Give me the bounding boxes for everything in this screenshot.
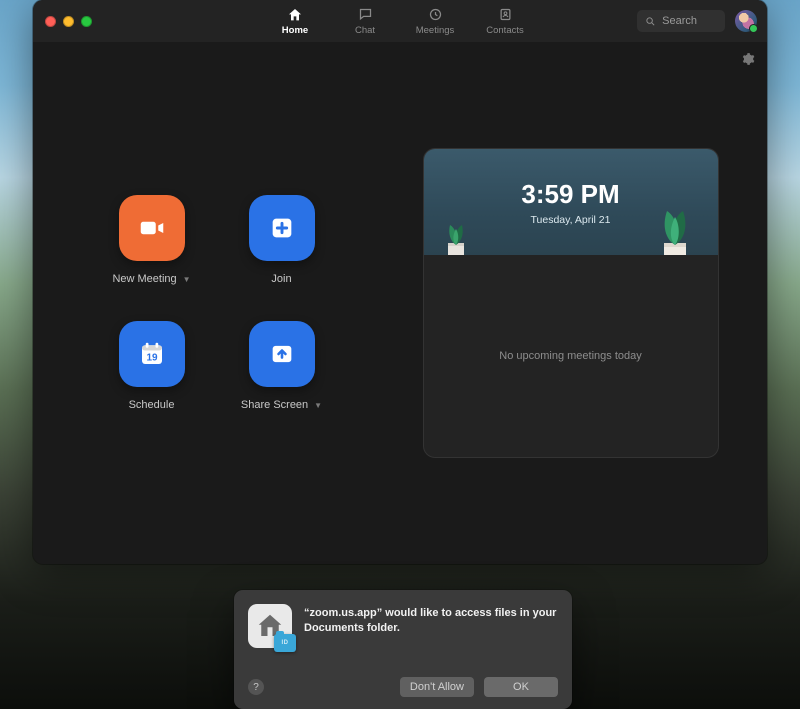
search-input[interactable]: Search [637, 10, 725, 32]
zoom-main-window: Home Chat Meetings Contacts [33, 0, 767, 564]
gear-icon [741, 52, 755, 66]
ok-label: OK [513, 681, 529, 693]
documents-folder-badge-icon: ID [274, 634, 296, 652]
tile-share-screen: Share Screen ▼ [226, 321, 338, 411]
chevron-down-icon[interactable]: ▼ [183, 275, 191, 284]
tile-schedule: 19 Schedule [96, 321, 208, 411]
upcoming-card: 3:59 PM Tuesday, April 21 No upcoming me… [423, 148, 719, 458]
search-placeholder: Search [662, 15, 697, 27]
clock-time: 3:59 PM [521, 179, 619, 210]
content-area: New Meeting ▼ Join [33, 42, 767, 564]
avatar[interactable] [735, 10, 757, 32]
minimize-window-button[interactable] [63, 16, 74, 27]
contacts-icon [498, 7, 513, 23]
new-meeting-label: New Meeting [112, 273, 176, 285]
permission-dialog: ID “zoom.us.app” would like to access fi… [234, 590, 572, 709]
upcoming-empty-text: No upcoming meetings today [499, 350, 641, 362]
finder-home-icon: ID [248, 604, 292, 648]
schedule-label: Schedule [129, 399, 175, 411]
share-screen-icon [268, 340, 296, 368]
nav-label-contacts: Contacts [486, 25, 524, 36]
ok-button[interactable]: OK [484, 677, 558, 697]
clock-header: 3:59 PM Tuesday, April 21 [424, 149, 718, 255]
share-screen-label: Share Screen [241, 399, 308, 411]
main-nav: Home Chat Meetings Contacts [273, 0, 527, 42]
calendar-date: 19 [146, 352, 158, 363]
dont-allow-button[interactable]: Don't Allow [400, 677, 474, 697]
clock-icon [428, 7, 443, 23]
window-controls [33, 16, 92, 27]
nav-label-meetings: Meetings [416, 25, 455, 36]
dialog-message: “zoom.us.app” would like to access files… [304, 604, 558, 648]
nav-tab-chat[interactable]: Chat [343, 0, 387, 42]
share-screen-button[interactable] [249, 321, 315, 387]
close-window-button[interactable] [45, 16, 56, 27]
action-grid: New Meeting ▼ Join [33, 42, 400, 564]
dont-allow-label: Don't Allow [410, 681, 464, 693]
nav-tab-contacts[interactable]: Contacts [483, 0, 527, 42]
nav-label-chat: Chat [355, 25, 375, 36]
video-camera-icon [137, 213, 167, 243]
home-icon [287, 7, 303, 23]
join-button[interactable] [249, 195, 315, 261]
titlebar-right: Search [637, 10, 767, 32]
dialog-app-icon: ID [248, 604, 292, 648]
upcoming-body: No upcoming meetings today [424, 255, 718, 457]
plant-decoration-icon [434, 211, 478, 255]
schedule-button[interactable]: 19 [119, 321, 185, 387]
plus-icon [268, 214, 296, 242]
new-meeting-label-row: New Meeting ▼ [112, 273, 190, 285]
upcoming-panel: 3:59 PM Tuesday, April 21 No upcoming me… [400, 42, 767, 564]
share-screen-label-row: Share Screen ▼ [241, 399, 322, 411]
nav-tab-meetings[interactable]: Meetings [413, 0, 457, 42]
chat-icon [358, 7, 373, 23]
search-icon [645, 16, 656, 27]
calendar-icon: 19 [137, 339, 167, 369]
join-label: Join [271, 273, 291, 285]
tile-new-meeting: New Meeting ▼ [96, 195, 208, 285]
titlebar: Home Chat Meetings Contacts [33, 0, 767, 42]
chevron-down-icon[interactable]: ▼ [314, 401, 322, 410]
settings-button[interactable] [741, 52, 755, 71]
help-button[interactable]: ? [248, 679, 264, 695]
clock-date: Tuesday, April 21 [531, 214, 611, 226]
nav-tab-home[interactable]: Home [273, 0, 317, 42]
new-meeting-button[interactable] [119, 195, 185, 261]
tile-join: Join [226, 195, 338, 285]
fullscreen-window-button[interactable] [81, 16, 92, 27]
nav-label-home: Home [282, 25, 308, 36]
plant-decoration-icon [640, 193, 710, 255]
